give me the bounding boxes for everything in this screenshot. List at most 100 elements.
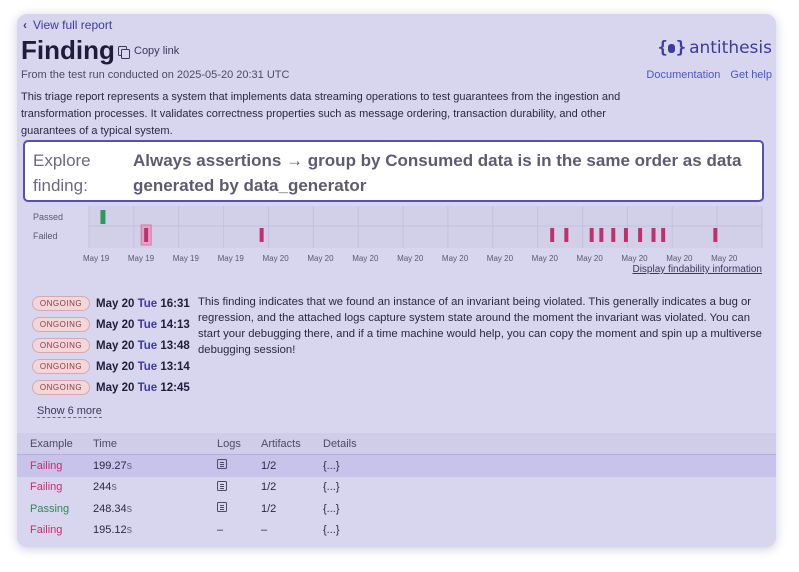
table-row[interactable]: Failing 199.27s 1/2 {...} (17, 455, 776, 477)
ongoing-time: 13:48 (160, 339, 190, 352)
ongoing-time: 13:14 (160, 360, 190, 373)
brand-name: antithesis (689, 38, 772, 58)
chart-tick-label: May 20 (577, 254, 604, 263)
status-badge: ONGOING (32, 359, 90, 374)
chart-tick-label: May 20 (487, 254, 514, 263)
example-time: 199.27s (93, 460, 217, 472)
status-badge: ONGOING (32, 317, 90, 332)
time-value: 244 (93, 481, 112, 494)
ongoing-weekday: Tue (137, 339, 161, 352)
chart-tick-label: May 19 (173, 254, 200, 263)
example-logs[interactable] (217, 459, 261, 472)
ongoing-date: May 20 Tue 12:45 (96, 382, 190, 394)
chart-tick-label: May 19 (128, 254, 155, 263)
explore-label: Explore finding: (33, 151, 91, 195)
example-logs[interactable] (217, 502, 261, 515)
ongoing-item[interactable]: ONGOING May 20 Tue 13:48 (32, 335, 190, 356)
col-details: Details (323, 437, 357, 450)
chevron-left-icon: ‹ (23, 18, 27, 32)
col-example: Example (30, 437, 73, 450)
bug-icon (667, 44, 675, 53)
run-subtitle: From the test run conducted on 2025-05-2… (21, 69, 290, 81)
ongoing-date: May 20 Tue 16:31 (96, 298, 190, 310)
table-row[interactable]: Failing 195.12s – – {...} (17, 520, 776, 542)
chart-tick-label: May 20 (442, 254, 469, 263)
ongoing-item[interactable]: ONGOING May 20 Tue 16:31 (32, 293, 190, 314)
ongoing-item[interactable]: ONGOING May 20 Tue 12:45 (32, 377, 190, 398)
chart-mark-failed (651, 228, 656, 242)
example-details[interactable]: {...} (323, 503, 383, 515)
back-label: View full report (33, 18, 113, 32)
chart-tick-label: May 19 (218, 254, 245, 263)
chart-mark-failed (638, 228, 643, 242)
logo-mark: {} (657, 38, 686, 58)
chart-tick-label: May 20 (532, 254, 559, 263)
ongoing-item[interactable]: ONGOING May 20 Tue 14:13 (32, 314, 190, 335)
chart-mark-failed (611, 228, 616, 242)
ongoing-day: May 20 (96, 339, 138, 352)
explore-finding-box: Explore finding: Always assertions → gro… (23, 140, 764, 202)
finding-card: ‹ View full report Finding Copy link {} … (17, 14, 776, 547)
chart-tick-label: May 20 (621, 254, 648, 263)
copy-icon (118, 45, 130, 59)
ongoing-weekday: Tue (137, 381, 161, 394)
chart-mark-failed (623, 228, 628, 242)
get-help-link[interactable]: Get help (730, 69, 772, 81)
chart-mark-failed (589, 228, 594, 242)
time-unit: s (126, 459, 133, 472)
chart-tick-label: May 20 (666, 254, 693, 263)
time-unit: s (111, 481, 117, 494)
chart-mark-failed (550, 228, 555, 242)
ongoing-list: ONGOING May 20 Tue 16:31 ONGOING May 20 Tue… (32, 293, 190, 398)
ongoing-date: May 20 Tue 13:14 (96, 361, 190, 373)
chart-tick-label: May 20 (397, 254, 424, 263)
status-badge: ONGOING (32, 380, 90, 395)
example-artifacts: – (261, 524, 268, 537)
chart-tick-label: May 20 (352, 254, 379, 263)
example-status: Passing (30, 502, 70, 515)
table-row[interactable]: Failing 244s 1/2 {...} (17, 477, 776, 499)
logs-icon[interactable] (217, 459, 227, 470)
back-link[interactable]: ‹ View full report (23, 18, 112, 32)
page-title: Finding (21, 35, 115, 65)
explore-query: Always assertions → group by Consumed da… (133, 151, 742, 195)
chart-mark-passed (100, 210, 106, 224)
chart-mark-failed (144, 228, 149, 242)
copy-link-label: Copy link (134, 45, 180, 57)
chart-mark-failed (661, 228, 666, 242)
ongoing-day: May 20 (96, 381, 138, 394)
ongoing-day: May 20 (96, 297, 138, 310)
logs-icon[interactable] (217, 480, 227, 491)
example-time: 244s (93, 481, 217, 493)
chart-tick-label: May 20 (307, 254, 334, 263)
table-body: Failing 199.27s 1/2 {...} Failing 244s 1/2 {...… (17, 455, 776, 541)
example-details[interactable]: {...} (323, 481, 383, 493)
col-artifacts: Artifacts (261, 437, 301, 450)
chart-mark-failed (599, 228, 604, 242)
example-status: Failing (30, 459, 63, 472)
ongoing-item[interactable]: ONGOING May 20 Tue 13:14 (32, 356, 190, 377)
chart-mark-failed (259, 228, 264, 242)
chart-row-label: Failed (33, 231, 58, 241)
time-value: 199.27 (93, 459, 127, 472)
example-details[interactable]: {...} (323, 460, 383, 472)
ongoing-weekday: Tue (137, 318, 161, 331)
col-logs: Logs (217, 437, 241, 450)
status-badge: ONGOING (32, 296, 90, 311)
ongoing-time: 16:31 (160, 297, 190, 310)
examples-table: Example Time Logs Artifacts Details Fail… (17, 433, 776, 541)
logs-icon[interactable] (217, 502, 227, 513)
show-more-button[interactable]: Show 6 more (37, 405, 102, 418)
findability-toggle[interactable]: Display findability information (632, 264, 762, 275)
ongoing-day: May 20 (96, 318, 138, 331)
example-status: Failing (30, 481, 63, 494)
example-details[interactable]: {...} (323, 524, 383, 536)
ongoing-date: May 20 Tue 14:13 (96, 319, 190, 331)
copy-link-button[interactable]: Copy link (118, 45, 180, 59)
table-row[interactable]: Passing 248.34s 1/2 {...} (17, 498, 776, 520)
chart-mark-failed (713, 228, 718, 242)
ongoing-weekday: Tue (137, 360, 161, 373)
table-header: Example Time Logs Artifacts Details (17, 433, 776, 455)
example-logs[interactable] (217, 480, 261, 494)
documentation-link[interactable]: Documentation (646, 69, 720, 81)
